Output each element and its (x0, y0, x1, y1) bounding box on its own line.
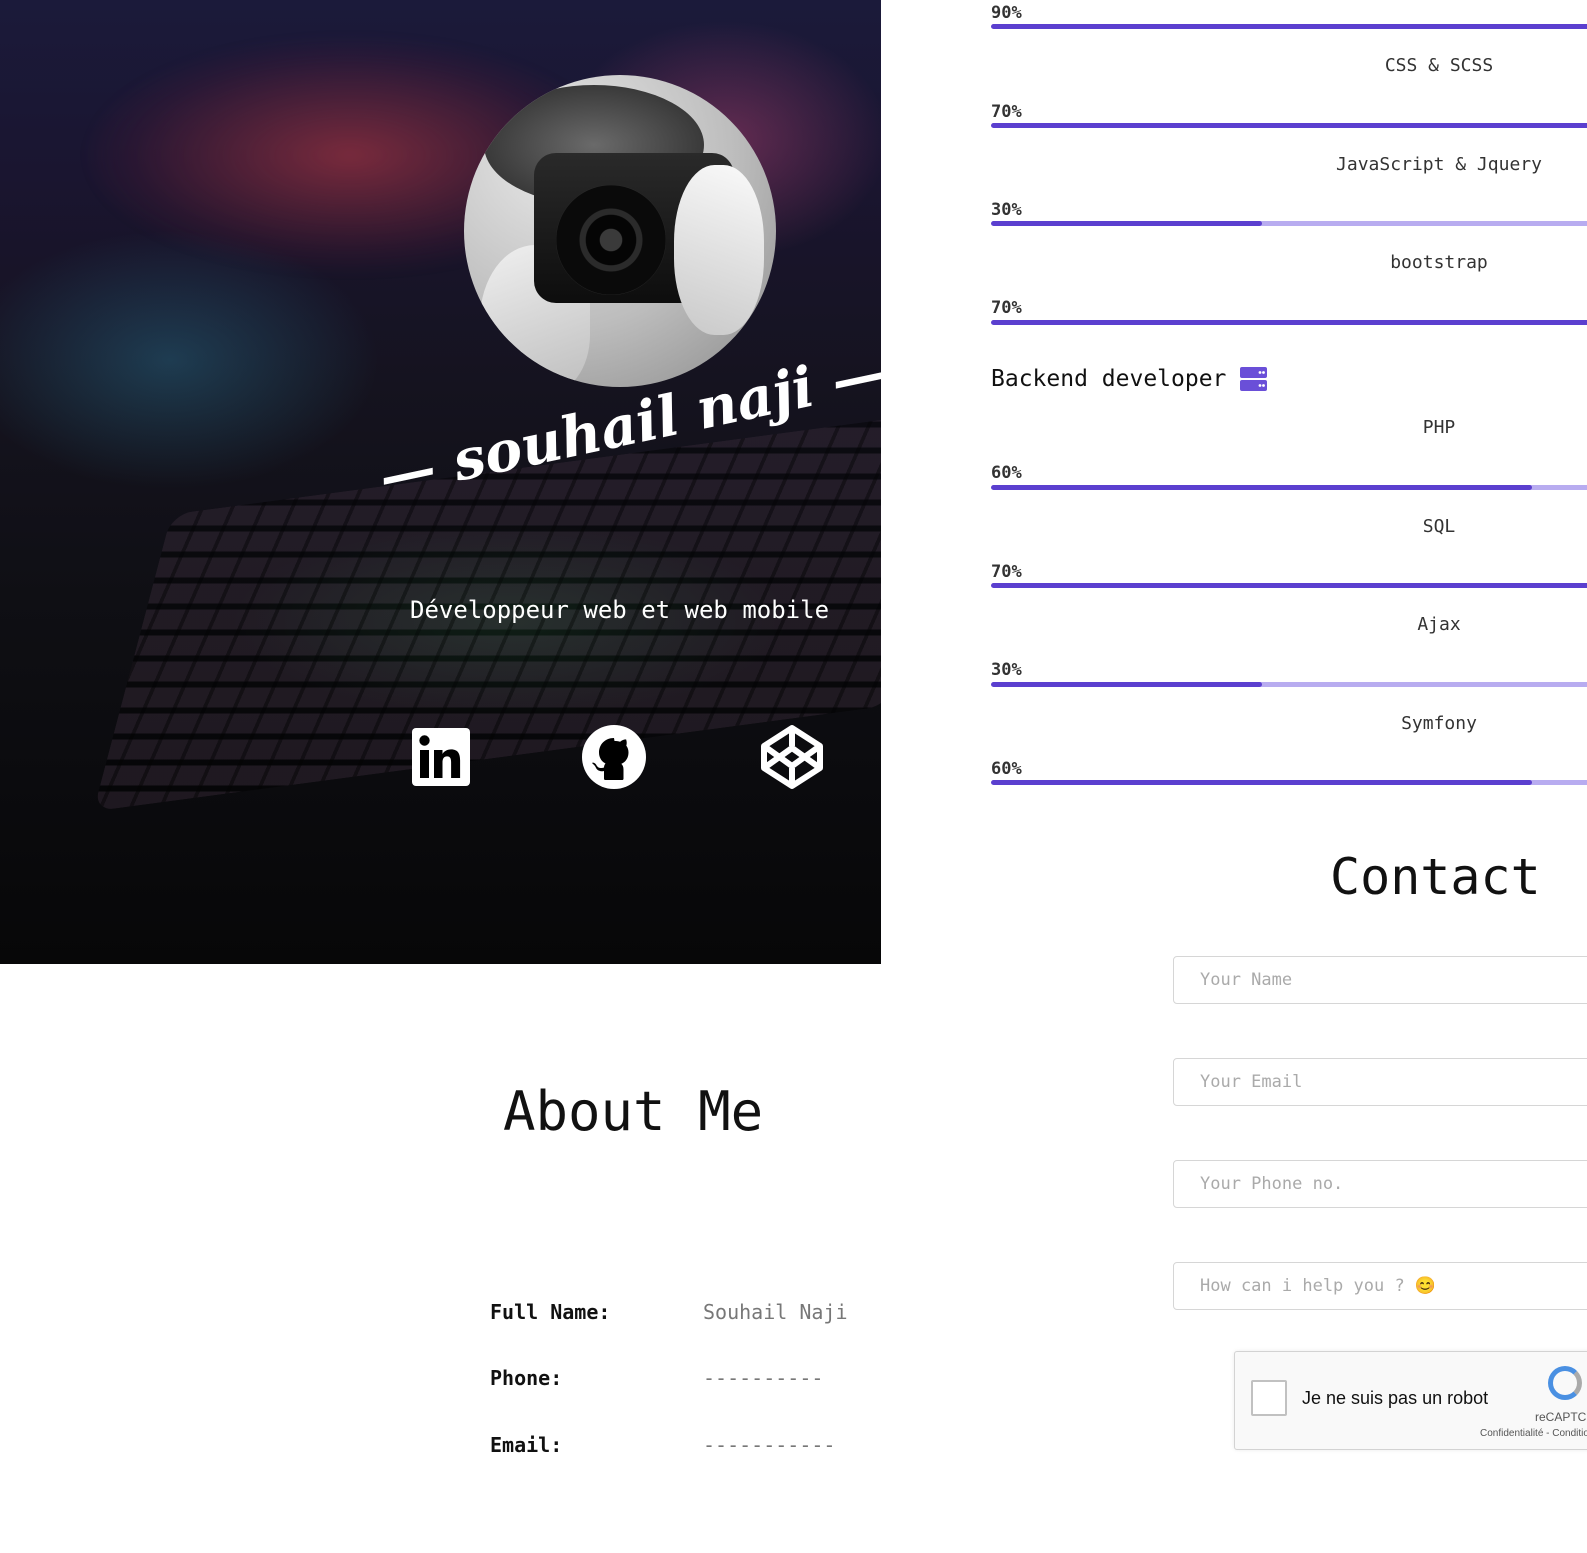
skill-percent: 70% (991, 562, 1022, 582)
hero-section: — souhail naji — Développeur web et web … (0, 0, 881, 964)
recaptcha-logo-icon (1548, 1366, 1582, 1400)
skill-progress-fill (991, 780, 1533, 785)
skill-name: SQL (1422, 516, 1456, 537)
about-value: ---------- (703, 1366, 824, 1390)
skill-percent: 90% (991, 3, 1022, 23)
skill-progress-fill (991, 123, 1587, 128)
email-input[interactable] (1173, 1058, 1587, 1106)
skill-progress-bar (991, 24, 1587, 29)
backend-heading-label: Backend developer (991, 366, 1227, 392)
avatar (464, 75, 776, 387)
skill-percent: 70% (991, 298, 1022, 318)
skill-name: JavaScript & Jquery (1336, 154, 1542, 175)
contact-title: Contact (1330, 848, 1541, 906)
skill-percent: 30% (991, 200, 1022, 220)
skill-name: bootstrap (1390, 252, 1488, 273)
skill-name: Symfony (1401, 713, 1477, 734)
skill-progress-fill (991, 320, 1587, 325)
linkedin-icon (412, 728, 470, 786)
codepen-link[interactable] (759, 724, 825, 790)
recaptcha-terms-link[interactable]: Confidentialité - Conditions (1480, 1428, 1587, 1439)
phone-input[interactable] (1173, 1160, 1587, 1208)
message-input[interactable] (1173, 1262, 1587, 1310)
skill-progress-bar (991, 320, 1587, 325)
skill-progress-fill (991, 24, 1587, 29)
about-value: ----------- (703, 1433, 836, 1457)
about-key: Email: (490, 1433, 563, 1457)
github-link[interactable] (581, 724, 647, 790)
avatar-hand (674, 165, 764, 335)
about-key: Phone: (490, 1366, 563, 1390)
skill-name: PHP (1422, 417, 1456, 438)
skill-progress-bar (991, 682, 1587, 687)
recaptcha-label: Je ne suis pas un robot (1302, 1388, 1489, 1408)
backend-heading: Backend developer (991, 366, 1268, 392)
name-input[interactable] (1173, 956, 1587, 1004)
skills-section: 90% CSS & SCSS 70% JavaScript & Jquery 3… (991, 0, 1587, 800)
skill-percent: 30% (991, 660, 1022, 680)
skill-name: CSS & SCSS (1384, 55, 1494, 76)
skill-progress-fill (991, 221, 1262, 226)
about-value: Souhail Naji (703, 1300, 848, 1324)
github-icon (582, 725, 646, 789)
skill-progress-bar (991, 221, 1587, 226)
codepen-icon (761, 725, 823, 789)
linkedin-link[interactable] (408, 724, 474, 790)
recaptcha-brand: reCAPTCHA (1535, 1410, 1587, 1424)
skill-percent: 60% (991, 463, 1022, 483)
server-icon (1240, 367, 1268, 391)
recaptcha-widget: Je ne suis pas un robot reCAPTCHA Confid… (1234, 1351, 1587, 1450)
about-title: About Me (503, 1080, 764, 1143)
recaptcha-checkbox[interactable] (1251, 1380, 1287, 1416)
skill-progress-bar (991, 123, 1587, 128)
skill-progress-bar (991, 583, 1587, 588)
hero-subtitle: Développeur web et web mobile (410, 596, 830, 624)
camera-lens (556, 185, 666, 295)
skill-progress-bar (991, 780, 1587, 785)
skill-percent: 60% (991, 759, 1022, 779)
skill-progress-fill (991, 485, 1533, 490)
skill-progress-bar (991, 485, 1587, 490)
about-key: Full Name: (490, 1300, 611, 1324)
skill-percent: 70% (991, 102, 1022, 122)
skill-progress-fill (991, 583, 1587, 588)
skill-progress-fill (991, 682, 1262, 687)
skill-name: Ajax (1417, 614, 1461, 635)
